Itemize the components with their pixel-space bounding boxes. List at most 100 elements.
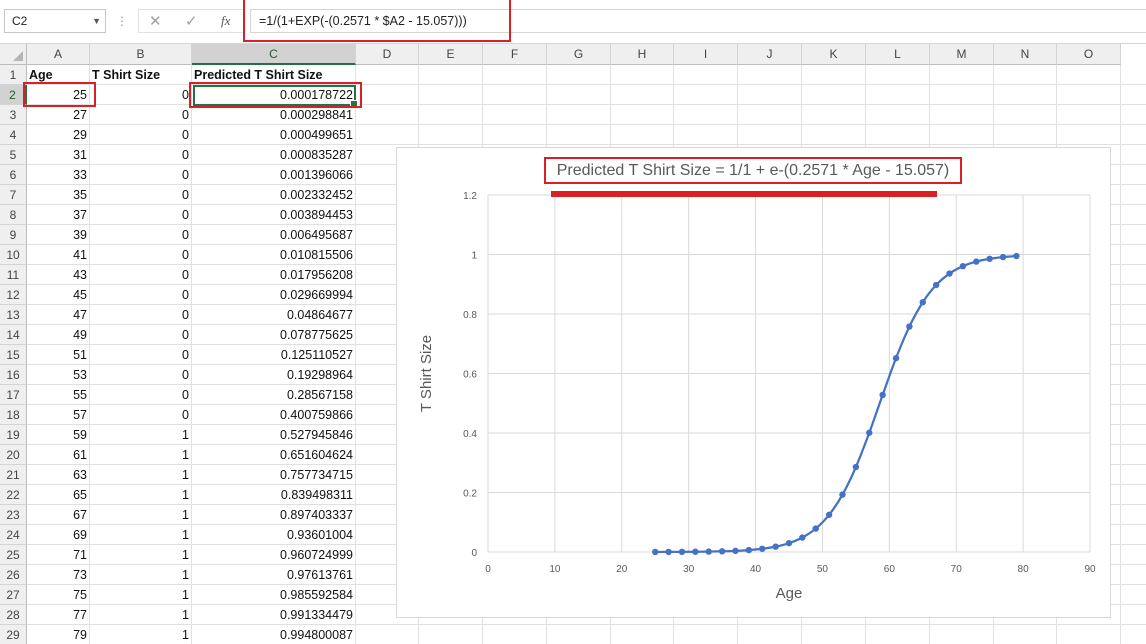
cell-tshirt-size[interactable]: 1 bbox=[90, 625, 192, 644]
row-header-25[interactable]: 25 bbox=[0, 545, 27, 565]
cell-age[interactable]: 65 bbox=[27, 485, 90, 505]
cell-tshirt-size[interactable]: 1 bbox=[90, 545, 192, 565]
cell-age[interactable]: 29 bbox=[27, 125, 90, 145]
cell-age[interactable]: 39 bbox=[27, 225, 90, 245]
cell-predicted[interactable]: 0.000499651 bbox=[192, 125, 356, 145]
cell-predicted[interactable]: 0.006495687 bbox=[192, 225, 356, 245]
cell-tshirt-size[interactable]: 0 bbox=[90, 365, 192, 385]
cell-tshirt-size[interactable]: 0 bbox=[90, 105, 192, 125]
row-header-18[interactable]: 18 bbox=[0, 405, 27, 425]
cell-age[interactable]: 71 bbox=[27, 545, 90, 565]
name-box[interactable]: C2 ▼ bbox=[4, 9, 106, 33]
cell-age[interactable]: 51 bbox=[27, 345, 90, 365]
cell-tshirt-size[interactable]: 1 bbox=[90, 585, 192, 605]
cell-tshirt-size[interactable]: 0 bbox=[90, 345, 192, 365]
cell-tshirt-size[interactable]: 1 bbox=[90, 505, 192, 525]
cell-predicted[interactable]: 0.28567158 bbox=[192, 385, 356, 405]
cell-tshirt-size[interactable]: 1 bbox=[90, 485, 192, 505]
cell-tshirt-size[interactable]: 0 bbox=[90, 225, 192, 245]
cell-predicted[interactable]: 0.000178722 bbox=[192, 85, 356, 105]
cell-age[interactable]: 73 bbox=[27, 565, 90, 585]
cell-age[interactable]: 31 bbox=[27, 145, 90, 165]
select-all-button[interactable] bbox=[0, 44, 27, 65]
formula-input[interactable]: =1/(1+EXP(-(0.2571 * $A2 - 15.057))) bbox=[250, 9, 1146, 33]
cell-age[interactable]: 35 bbox=[27, 185, 90, 205]
cell-age[interactable]: 27 bbox=[27, 105, 90, 125]
row-header-23[interactable]: 23 bbox=[0, 505, 27, 525]
cell-tshirt-size[interactable]: 0 bbox=[90, 125, 192, 145]
cell-age[interactable]: 47 bbox=[27, 305, 90, 325]
cell-age[interactable]: 59 bbox=[27, 425, 90, 445]
row-header-17[interactable]: 17 bbox=[0, 385, 27, 405]
cell-age[interactable]: 25 bbox=[27, 85, 90, 105]
chevron-down-icon[interactable]: ▼ bbox=[92, 10, 101, 32]
row-header-7[interactable]: 7 bbox=[0, 185, 27, 205]
header-age[interactable]: Age bbox=[27, 65, 90, 85]
cell-tshirt-size[interactable]: 0 bbox=[90, 305, 192, 325]
cell-predicted[interactable]: 0.029669994 bbox=[192, 285, 356, 305]
cell-age[interactable]: 53 bbox=[27, 365, 90, 385]
cell-predicted[interactable]: 0.003894453 bbox=[192, 205, 356, 225]
row-header-27[interactable]: 27 bbox=[0, 585, 27, 605]
enter-icon[interactable]: ✓ bbox=[185, 12, 198, 30]
cell-predicted[interactable]: 0.000298841 bbox=[192, 105, 356, 125]
cell-tshirt-size[interactable]: 0 bbox=[90, 385, 192, 405]
column-header-e[interactable]: E bbox=[419, 44, 483, 65]
cell-tshirt-size[interactable]: 0 bbox=[90, 245, 192, 265]
cell-predicted[interactable]: 0.527945846 bbox=[192, 425, 356, 445]
column-header-l[interactable]: L bbox=[866, 44, 930, 65]
column-header-b[interactable]: B bbox=[90, 44, 192, 65]
cell-predicted[interactable]: 0.897403337 bbox=[192, 505, 356, 525]
column-header-f[interactable]: F bbox=[483, 44, 547, 65]
cell-predicted[interactable]: 0.994800087 bbox=[192, 625, 356, 644]
cell-predicted[interactable]: 0.000835287 bbox=[192, 145, 356, 165]
cell-tshirt-size[interactable]: 1 bbox=[90, 565, 192, 585]
cell-tshirt-size[interactable]: 0 bbox=[90, 85, 192, 105]
cell-tshirt-size[interactable]: 0 bbox=[90, 285, 192, 305]
row-header-4[interactable]: 4 bbox=[0, 125, 27, 145]
column-header-m[interactable]: M bbox=[930, 44, 994, 65]
cell-tshirt-size[interactable]: 0 bbox=[90, 185, 192, 205]
cell-tshirt-size[interactable]: 1 bbox=[90, 465, 192, 485]
row-header-2[interactable]: 2 bbox=[0, 85, 27, 105]
cell-age[interactable]: 67 bbox=[27, 505, 90, 525]
cell-tshirt-size[interactable]: 0 bbox=[90, 165, 192, 185]
cell-age[interactable]: 43 bbox=[27, 265, 90, 285]
scatter-chart[interactable]: 0 0.2 0.4 0.6 0.8 1 1.2 0 10 20 30 40 50 60 70 80 90 Pred… bbox=[396, 147, 1111, 618]
cell-tshirt-size[interactable]: 0 bbox=[90, 205, 192, 225]
row-header-19[interactable]: 19 bbox=[0, 425, 27, 445]
row-header-24[interactable]: 24 bbox=[0, 525, 27, 545]
row-header-14[interactable]: 14 bbox=[0, 325, 27, 345]
row-header-15[interactable]: 15 bbox=[0, 345, 27, 365]
cancel-icon[interactable]: ✕ bbox=[149, 12, 162, 30]
header-tshirt-size[interactable]: T Shirt Size bbox=[90, 65, 192, 85]
row-header-9[interactable]: 9 bbox=[0, 225, 27, 245]
column-header-h[interactable]: H bbox=[611, 44, 674, 65]
row-header-1[interactable]: 1 bbox=[0, 65, 27, 85]
cell-age[interactable]: 69 bbox=[27, 525, 90, 545]
row-header-22[interactable]: 22 bbox=[0, 485, 27, 505]
row-header-28[interactable]: 28 bbox=[0, 605, 27, 625]
cell-tshirt-size[interactable]: 1 bbox=[90, 605, 192, 625]
cell-tshirt-size[interactable]: 0 bbox=[90, 405, 192, 425]
cell-predicted[interactable]: 0.001396066 bbox=[192, 165, 356, 185]
cell-predicted[interactable]: 0.19298964 bbox=[192, 365, 356, 385]
cell-predicted[interactable]: 0.93601004 bbox=[192, 525, 356, 545]
cell-tshirt-size[interactable]: 0 bbox=[90, 265, 192, 285]
row-header-12[interactable]: 12 bbox=[0, 285, 27, 305]
row-header-29[interactable]: 29 bbox=[0, 625, 27, 644]
cell-age[interactable]: 41 bbox=[27, 245, 90, 265]
row-header-16[interactable]: 16 bbox=[0, 365, 27, 385]
row-header-26[interactable]: 26 bbox=[0, 565, 27, 585]
cell-predicted[interactable]: 0.960724999 bbox=[192, 545, 356, 565]
cell-age[interactable]: 33 bbox=[27, 165, 90, 185]
cell-age[interactable]: 63 bbox=[27, 465, 90, 485]
row-header-3[interactable]: 3 bbox=[0, 105, 27, 125]
cell-predicted[interactable]: 0.002332452 bbox=[192, 185, 356, 205]
cell-predicted[interactable]: 0.839498311 bbox=[192, 485, 356, 505]
cell-predicted[interactable]: 0.400759866 bbox=[192, 405, 356, 425]
cell-predicted[interactable]: 0.010815506 bbox=[192, 245, 356, 265]
cell-age[interactable]: 75 bbox=[27, 585, 90, 605]
row-header-6[interactable]: 6 bbox=[0, 165, 27, 185]
cell-age[interactable]: 49 bbox=[27, 325, 90, 345]
